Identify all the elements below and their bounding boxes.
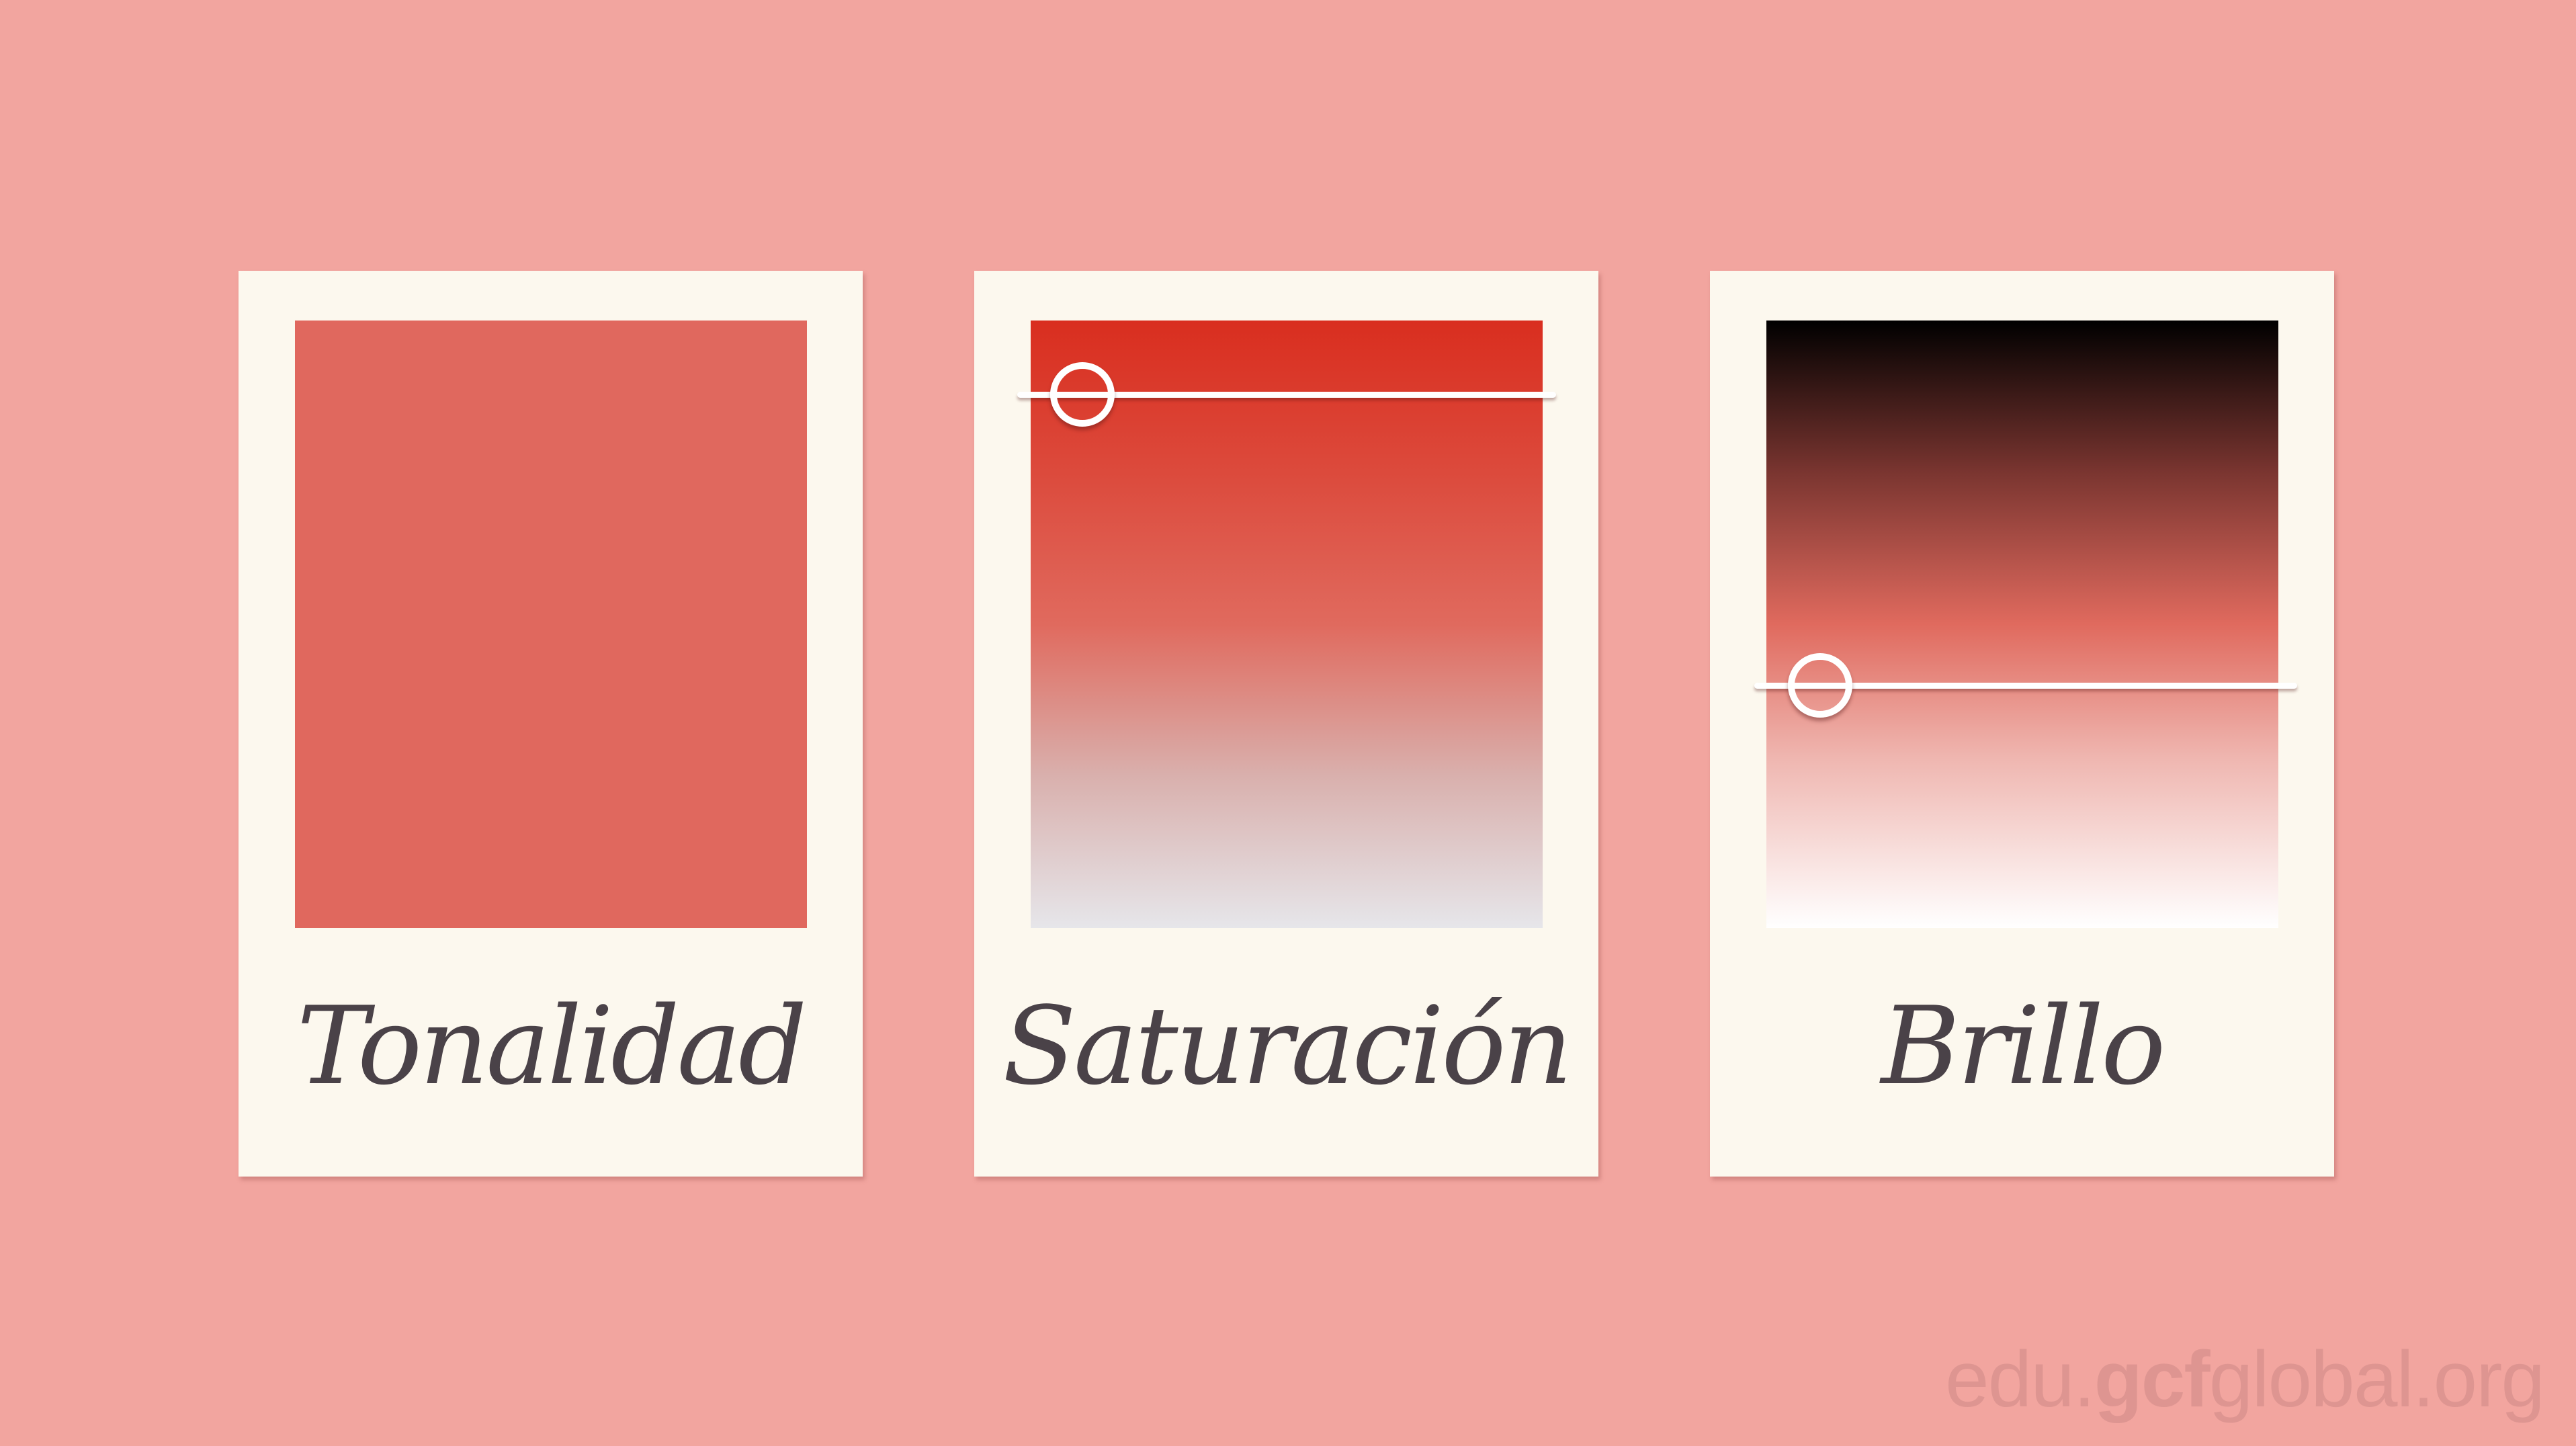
hue-swatch	[295, 321, 807, 928]
watermark-prefix: edu.	[1945, 1335, 2096, 1424]
card-label: Brillo	[1881, 983, 2166, 1109]
saturation-slider-knob[interactable]	[1050, 362, 1115, 427]
card-saturacion: Saturación	[974, 271, 1598, 1177]
watermark: edu.gcfglobal.org	[1945, 1334, 2545, 1425]
card-label: Saturación	[1002, 983, 1572, 1109]
card-label: Tonalidad	[296, 983, 808, 1109]
brightness-gradient	[1766, 321, 2278, 928]
watermark-suffix: global.org	[2208, 1335, 2545, 1424]
card-brillo: Brillo	[1710, 271, 2334, 1177]
watermark-brand: gcf	[2094, 1335, 2210, 1424]
card-tonalidad: Tonalidad	[239, 271, 863, 1177]
brightness-slider-knob[interactable]	[1788, 653, 1852, 718]
